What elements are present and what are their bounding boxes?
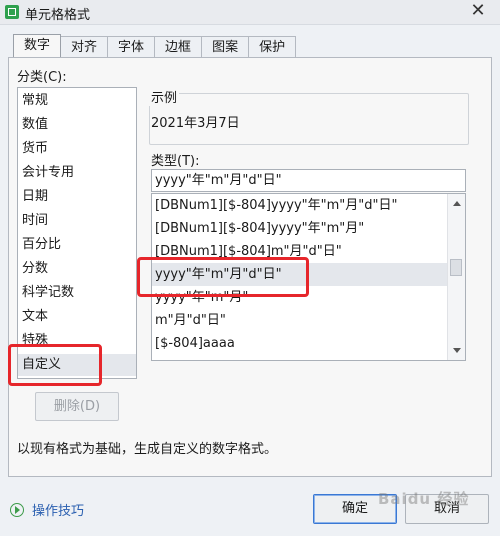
format-item-selected[interactable]: yyyy"年"m"月"d"日": [152, 263, 448, 286]
scroll-down-icon[interactable]: [453, 348, 461, 353]
tab-protection[interactable]: 保护: [248, 36, 297, 57]
category-item-percentage[interactable]: 百分比: [18, 234, 136, 256]
tips-label[interactable]: 操作技巧: [32, 500, 84, 519]
category-item-special[interactable]: 特殊: [18, 330, 136, 352]
type-label: 类型(T):: [151, 154, 200, 169]
tab-alignment[interactable]: 对齐: [60, 36, 109, 57]
watermark-logo: Baidu 经验: [378, 490, 470, 508]
play-circle-icon: [10, 502, 24, 517]
category-list[interactable]: 常规 数值 货币 会计专用 日期 时间 百分比 分数 科学记数 文本 特殊 自定…: [17, 87, 137, 379]
format-list[interactable]: [DBNum1][$-804]yyyy"年"m"月"d"日" [DBNum1][…: [151, 193, 466, 361]
category-item-fraction[interactable]: 分数: [18, 258, 136, 280]
category-item-general[interactable]: 常规: [18, 90, 136, 112]
delete-button[interactable]: 删除(D): [35, 392, 119, 421]
tab-strip: 数字 对齐 字体 边框 图案 保护: [13, 34, 297, 57]
tab-number[interactable]: 数字: [13, 34, 62, 57]
category-item-date[interactable]: 日期: [18, 186, 136, 208]
tab-border[interactable]: 边框: [154, 36, 203, 57]
category-item-time[interactable]: 时间: [18, 210, 136, 232]
type-input[interactable]: yyyy"年"m"月"d"日": [151, 169, 466, 192]
format-item[interactable]: yyyy"年"m"月": [152, 286, 448, 309]
tab-pattern[interactable]: 图案: [201, 36, 250, 57]
category-item-scientific[interactable]: 科学记数: [18, 282, 136, 304]
category-item-custom[interactable]: 自定义: [18, 354, 136, 376]
sample-value: 2021年3月7日: [151, 116, 240, 131]
format-item[interactable]: [DBNum1][$-804]yyyy"年"m"月"d"日": [152, 194, 448, 217]
number-tab-panel: 分类(C): 常规 数值 货币 会计专用 日期 时间 百分比 分数 科学记数 文…: [8, 57, 492, 477]
spreadsheet-icon: [5, 5, 19, 19]
category-label: 分类(C):: [17, 70, 67, 85]
category-item-text[interactable]: 文本: [18, 306, 136, 328]
category-item-accounting[interactable]: 会计专用: [18, 162, 136, 184]
format-description: 以现有格式为基础，生成自定义的数字格式。: [17, 442, 278, 457]
format-item[interactable]: [DBNum1][$-804]m"月"d"日": [152, 240, 448, 263]
format-item[interactable]: [$-804]aaaa: [152, 332, 448, 355]
scroll-thumb[interactable]: [450, 259, 462, 276]
tab-font[interactable]: 字体: [107, 36, 156, 57]
window-title: 单元格格式: [25, 8, 91, 23]
format-list-scrollbar[interactable]: [447, 194, 465, 360]
tips-link[interactable]: 操作技巧: [10, 500, 84, 519]
close-icon[interactable]: ✕: [456, 0, 500, 22]
format-item[interactable]: [DBNum1][$-804]yyyy"年"m"月": [152, 217, 448, 240]
format-item[interactable]: m"月"d"日": [152, 309, 448, 332]
sample-label: 示例: [149, 87, 180, 106]
category-item-number[interactable]: 数值: [18, 114, 136, 136]
category-item-currency[interactable]: 货币: [18, 138, 136, 160]
scroll-up-icon[interactable]: [453, 201, 461, 206]
title-bar: 单元格格式 ✕: [0, 0, 500, 25]
